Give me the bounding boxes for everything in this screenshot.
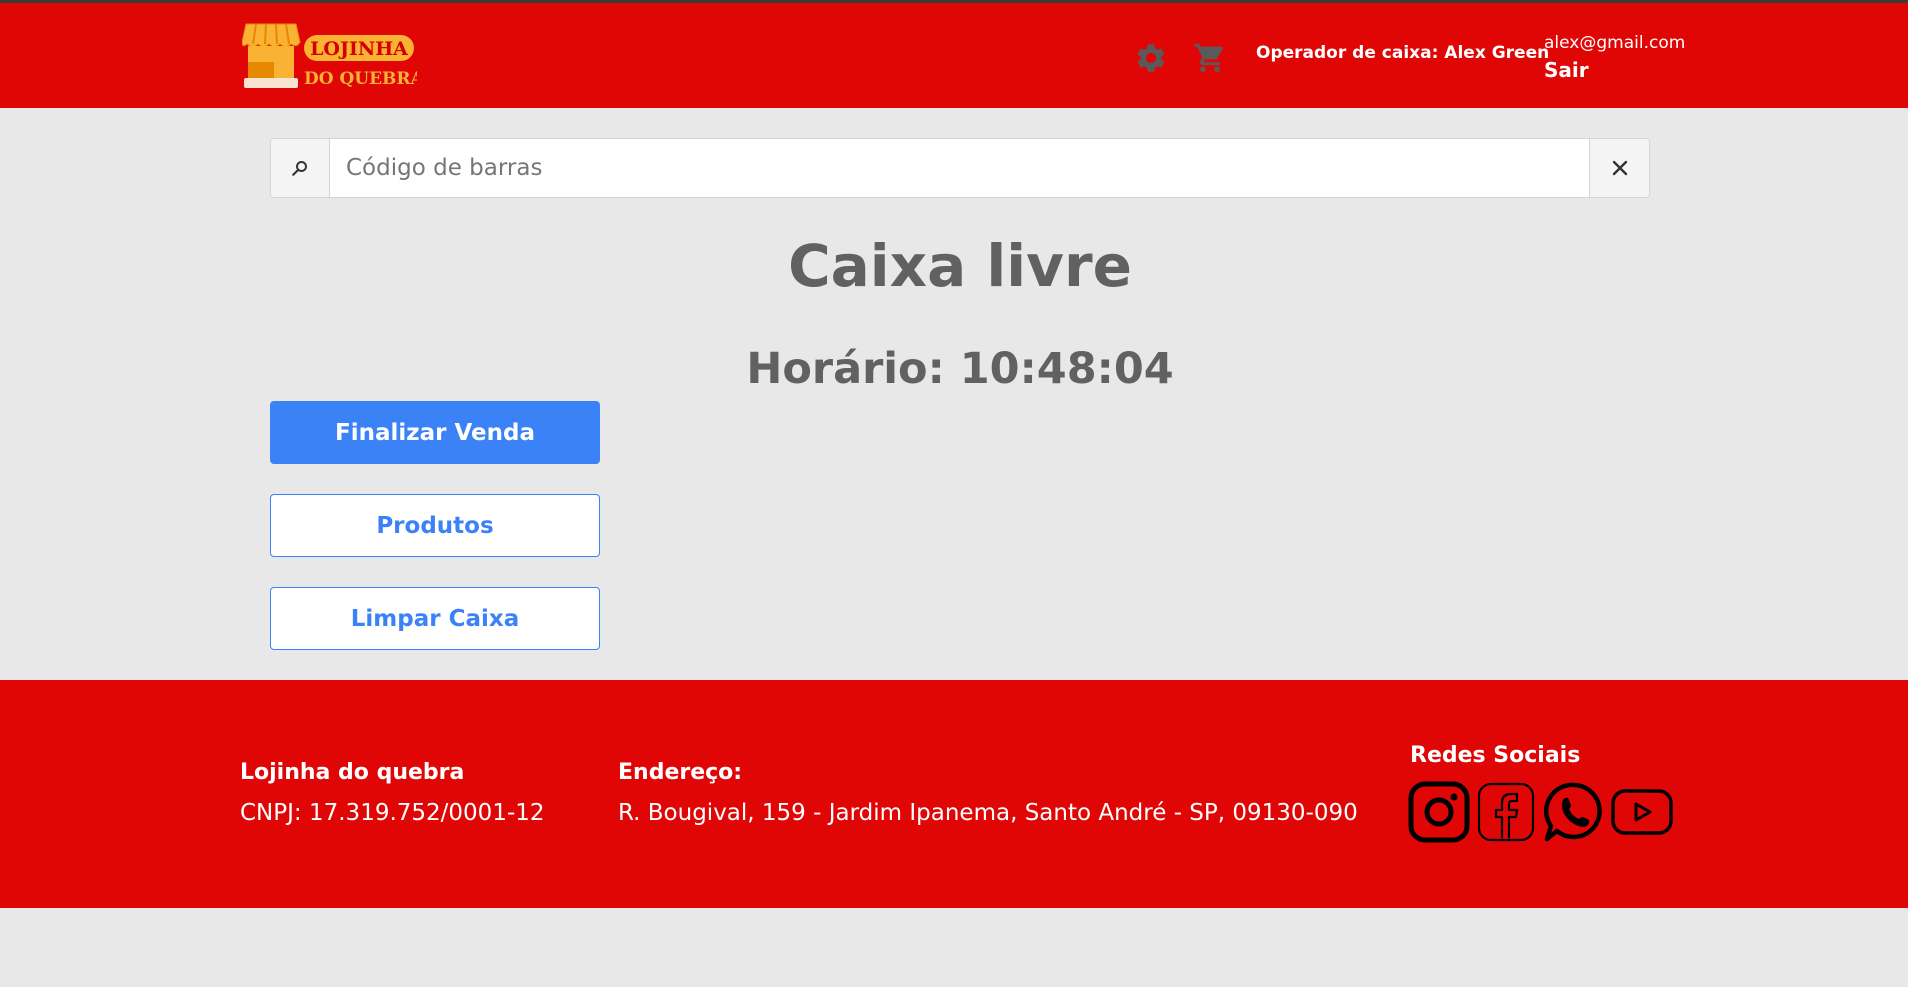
store-logo-graphic: LOJINHA DO QUEBRA <box>242 23 417 89</box>
barcode-input[interactable] <box>330 139 1589 197</box>
footer-cnpj: CNPJ: 17.319.752/0001-12 <box>240 800 545 826</box>
search-icon[interactable] <box>271 139 330 197</box>
footer-social-title: Redes Sociais <box>1410 743 1581 768</box>
instagram-icon[interactable] <box>1408 781 1470 843</box>
footer-address-title: Endereço: <box>618 760 743 785</box>
footer-store-name: Lojinha do quebra <box>240 760 465 785</box>
page-footer: Lojinha do quebra CNPJ: 17.319.752/0001-… <box>0 680 1908 908</box>
clear-register-button[interactable]: Limpar Caixa <box>270 587 600 650</box>
barcode-search-bar <box>270 138 1650 198</box>
gear-icon[interactable] <box>1134 41 1168 75</box>
top-header: LOJINHA DO QUEBRA Operador de caixa: Ale… <box>0 3 1908 108</box>
whatsapp-icon[interactable] <box>1543 781 1605 843</box>
youtube-icon[interactable] <box>1611 781 1673 843</box>
close-icon[interactable] <box>1589 139 1649 197</box>
register-status-title: Caixa livre <box>788 232 1132 300</box>
footer-address: R. Bougival, 159 - Jardim Ipanema, Santo… <box>618 800 1358 826</box>
store-logo[interactable]: LOJINHA DO QUEBRA <box>242 22 417 90</box>
facebook-icon[interactable] <box>1476 781 1538 843</box>
logo-line1: LOJINHA <box>310 38 408 60</box>
user-email: alex@gmail.com <box>1544 33 1686 53</box>
finalize-sale-button[interactable]: Finalizar Venda <box>270 401 600 464</box>
logo-line2: DO QUEBRA <box>304 69 417 89</box>
operator-name: Operador de caixa: Alex Green <box>1256 43 1550 63</box>
cart-icon[interactable] <box>1193 41 1227 75</box>
clock-display: Horário: 10:48:04 <box>746 344 1174 394</box>
products-button[interactable]: Produtos <box>270 494 600 557</box>
logout-link[interactable]: Sair <box>1544 58 1589 82</box>
